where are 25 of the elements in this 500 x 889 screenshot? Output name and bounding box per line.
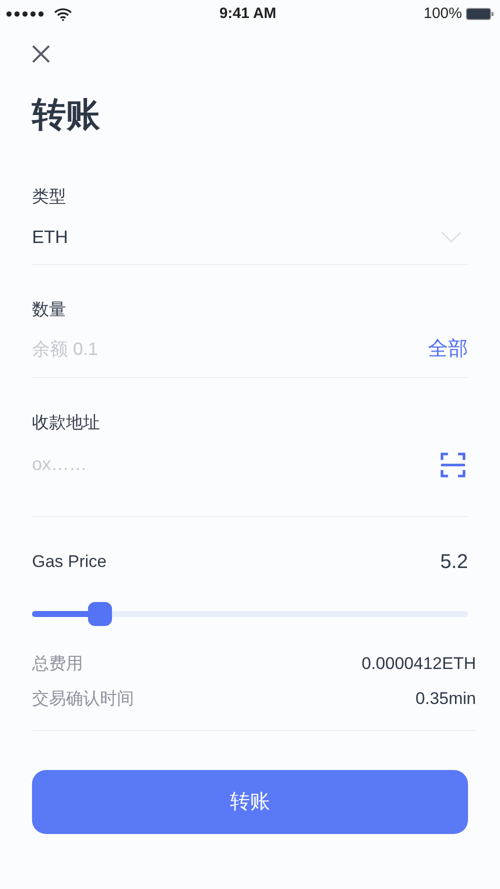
slider-thumb[interactable] [88, 602, 112, 626]
wifi-icon [54, 8, 72, 20]
field-label: 类型 [32, 186, 67, 208]
gas-reading: 5.2 [440, 550, 468, 574]
all-button[interactable]: 全部 [428, 334, 468, 364]
summary-label: 总费用 [32, 652, 83, 674]
summary-label: 交易确认时间 [32, 688, 134, 710]
battery-percent: 100% [424, 4, 462, 24]
type-select[interactable]: ETH [32, 224, 468, 250]
signal-icon [6, 11, 46, 17]
battery-icon [466, 8, 494, 20]
summary-value: 0.35min [416, 688, 476, 710]
address-input[interactable]: ox…… [32, 451, 440, 478]
status-time: 9:41 AM [219, 4, 276, 24]
chevron-down-icon [441, 231, 462, 243]
gas-label: Gas Price [32, 550, 107, 573]
field-label: 收款地址 [32, 412, 101, 434]
transfer-button[interactable]: 转账 [32, 770, 468, 834]
summary-value: 0.0000412ETH [362, 652, 476, 674]
amount-input[interactable]: 余额 0.1 [32, 336, 428, 362]
scan-button[interactable] [440, 450, 466, 480]
slider[interactable] [32, 602, 468, 626]
page-title: 转账 [32, 98, 101, 132]
field-label: 数量 [32, 298, 67, 320]
select-value: ETH [32, 226, 69, 248]
